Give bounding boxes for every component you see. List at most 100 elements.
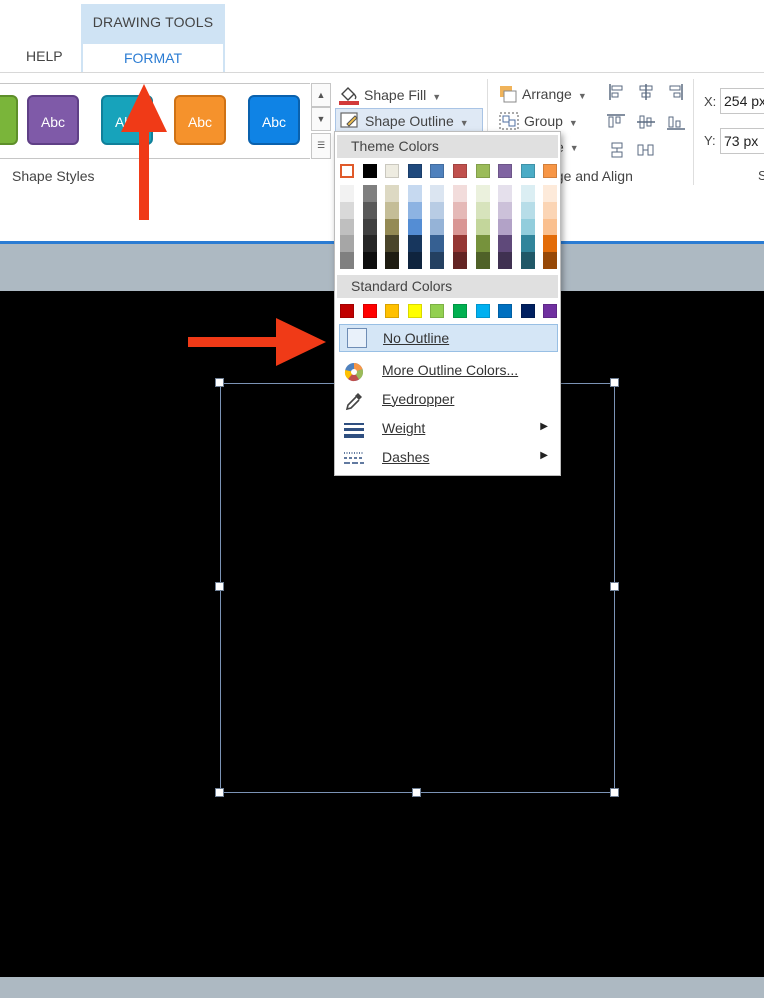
- resize-handle-middle-left[interactable]: [215, 582, 224, 591]
- theme-tint-swatch[interactable]: [543, 201, 558, 219]
- theme-tint-swatch[interactable]: [430, 185, 445, 202]
- shape-style-green[interactable]: [0, 95, 18, 145]
- theme-tint-swatch[interactable]: [340, 218, 354, 236]
- theme-tint-swatch[interactable]: [340, 185, 354, 202]
- theme-color-swatch[interactable]: [362, 164, 377, 178]
- resize-handle-bottom-left[interactable]: [215, 788, 224, 797]
- theme-tint-swatch[interactable]: [340, 252, 354, 269]
- align-right-icon[interactable]: [666, 83, 684, 101]
- theme-tint-swatch[interactable]: [475, 185, 490, 202]
- theme-tint-swatch[interactable]: [453, 185, 467, 202]
- theme-tint-swatch[interactable]: [520, 252, 535, 269]
- shape-style-blue[interactable]: Abc: [248, 95, 300, 145]
- standard-color-swatch[interactable]: [340, 304, 354, 318]
- theme-tint-swatch[interactable]: [385, 252, 400, 269]
- theme-tint-swatch[interactable]: [475, 252, 490, 269]
- dashes-menu-item[interactable]: Dashes ▶: [339, 444, 558, 472]
- theme-tint-swatch[interactable]: [543, 218, 558, 236]
- theme-tint-swatch[interactable]: [430, 235, 445, 253]
- tab-help[interactable]: HELP: [26, 48, 63, 64]
- theme-tint-swatch[interactable]: [407, 185, 422, 202]
- theme-tint-swatch[interactable]: [543, 235, 558, 253]
- theme-tint-swatch[interactable]: [362, 218, 377, 236]
- theme-color-swatch[interactable]: [475, 164, 490, 178]
- no-outline-menu-item[interactable]: No Outline: [339, 324, 558, 352]
- theme-tint-swatch[interactable]: [362, 252, 377, 269]
- standard-color-swatch[interactable]: [543, 304, 558, 318]
- theme-tint-swatch[interactable]: [430, 201, 445, 219]
- distribute-vertical-icon[interactable]: [608, 141, 626, 159]
- standard-color-swatch[interactable]: [362, 304, 377, 318]
- theme-tint-swatch[interactable]: [340, 201, 354, 219]
- gallery-scroll-up-button[interactable]: ▲: [311, 83, 331, 107]
- standard-color-swatch[interactable]: [430, 304, 445, 318]
- theme-tint-swatch[interactable]: [407, 252, 422, 269]
- theme-tint-swatch[interactable]: [362, 185, 377, 202]
- theme-tint-swatch[interactable]: [385, 185, 400, 202]
- theme-color-swatch[interactable]: [520, 164, 535, 178]
- theme-color-swatch[interactable]: [340, 164, 354, 178]
- theme-tint-swatch[interactable]: [498, 252, 513, 269]
- distribute-horizontal-icon[interactable]: [636, 141, 654, 159]
- x-position-field[interactable]: 254 px: [720, 88, 764, 114]
- standard-color-swatch[interactable]: [385, 304, 400, 318]
- theme-tint-swatch[interactable]: [520, 235, 535, 253]
- weight-menu-item[interactable]: Weight ▶: [339, 415, 558, 443]
- theme-color-swatch[interactable]: [498, 164, 513, 178]
- theme-tint-swatch[interactable]: [498, 185, 513, 202]
- theme-tint-swatch[interactable]: [340, 235, 354, 253]
- theme-tint-swatch[interactable]: [543, 252, 558, 269]
- theme-tint-swatch[interactable]: [453, 252, 467, 269]
- gallery-more-button[interactable]: ☰: [311, 133, 331, 159]
- theme-tint-swatch[interactable]: [385, 201, 400, 219]
- align-center-icon[interactable]: [637, 83, 655, 101]
- theme-color-swatch[interactable]: [453, 164, 467, 178]
- theme-tint-swatch[interactable]: [430, 252, 445, 269]
- theme-tint-swatch[interactable]: [453, 218, 467, 236]
- align-top-icon[interactable]: [606, 113, 625, 131]
- align-bottom-icon[interactable]: [666, 113, 685, 131]
- align-middle-icon[interactable]: [636, 113, 655, 131]
- more-outline-colors-menu-item[interactable]: More Outline Colors...: [339, 357, 558, 385]
- gallery-scroll-down-button[interactable]: ▼: [311, 107, 331, 131]
- theme-color-swatch[interactable]: [407, 164, 422, 178]
- eyedropper-menu-item[interactable]: Eyedropper: [339, 386, 558, 414]
- theme-tint-swatch[interactable]: [385, 218, 400, 236]
- shape-style-purple[interactable]: Abc: [27, 95, 79, 145]
- theme-tint-swatch[interactable]: [520, 218, 535, 236]
- theme-tint-swatch[interactable]: [520, 185, 535, 202]
- theme-tint-swatch[interactable]: [453, 201, 467, 219]
- theme-tint-swatch[interactable]: [498, 235, 513, 253]
- theme-tint-swatch[interactable]: [362, 201, 377, 219]
- theme-tint-swatch[interactable]: [543, 185, 558, 202]
- shape-fill-button[interactable]: Shape Fill ▼: [338, 85, 441, 108]
- theme-tint-swatch[interactable]: [362, 235, 377, 253]
- theme-color-swatch[interactable]: [385, 164, 400, 178]
- theme-tint-swatch[interactable]: [407, 235, 422, 253]
- theme-tint-swatch[interactable]: [475, 201, 490, 219]
- theme-tint-swatch[interactable]: [407, 218, 422, 236]
- theme-tint-swatch[interactable]: [475, 218, 490, 236]
- resize-handle-top-left[interactable]: [215, 378, 224, 387]
- resize-handle-middle-right[interactable]: [610, 582, 619, 591]
- theme-tint-swatch[interactable]: [475, 235, 490, 253]
- standard-color-swatch[interactable]: [498, 304, 513, 318]
- standard-color-swatch[interactable]: [520, 304, 535, 318]
- theme-tint-swatch[interactable]: [407, 201, 422, 219]
- theme-color-swatch[interactable]: [543, 164, 558, 178]
- theme-tint-swatch[interactable]: [498, 218, 513, 236]
- align-left-icon[interactable]: [608, 83, 626, 101]
- theme-tint-swatch[interactable]: [430, 218, 445, 236]
- theme-tint-swatch[interactable]: [498, 201, 513, 219]
- standard-color-swatch[interactable]: [475, 304, 490, 318]
- standard-color-swatch[interactable]: [453, 304, 467, 318]
- theme-tint-swatch[interactable]: [385, 235, 400, 253]
- resize-handle-top-right[interactable]: [610, 378, 619, 387]
- shape-style-orange[interactable]: Abc: [174, 95, 226, 145]
- theme-tint-swatch[interactable]: [453, 235, 467, 253]
- y-position-field[interactable]: 73 px: [720, 128, 764, 154]
- resize-handle-bottom-middle[interactable]: [412, 788, 421, 797]
- tab-format[interactable]: FORMAT: [83, 44, 223, 72]
- resize-handle-bottom-right[interactable]: [610, 788, 619, 797]
- theme-color-swatch[interactable]: [430, 164, 445, 178]
